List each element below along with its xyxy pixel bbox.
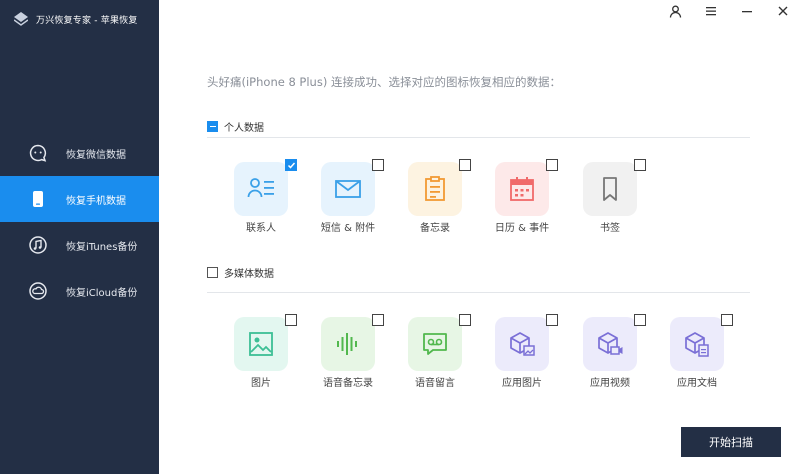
tile-notes: 备忘录 xyxy=(381,159,471,236)
app-videos-tile-button[interactable] xyxy=(583,314,646,371)
sidebar-item-icloud[interactable]: 恢复iCloud备份 xyxy=(0,268,159,314)
wechat-icon xyxy=(28,143,48,163)
sidebar-item-wechat[interactable]: 恢复微信数据 xyxy=(0,130,159,176)
notes-icon xyxy=(425,176,445,201)
app-document-icon xyxy=(685,332,709,357)
tile-photos: 图片 xyxy=(207,314,297,391)
divider xyxy=(207,137,750,138)
notes-tile-button[interactable] xyxy=(408,159,471,216)
tile-app-photos: 应用图片 xyxy=(468,314,558,391)
tile-label: 备忘录 xyxy=(420,223,450,234)
app-title: 万兴恢复专家 - 苹果恢复 xyxy=(36,15,138,26)
bookmarks-tile-button[interactable] xyxy=(583,159,646,216)
tile-voicemail: 语音留言 xyxy=(381,314,471,391)
bookmark-icon xyxy=(603,177,617,201)
media-data-checkbox[interactable] xyxy=(207,267,218,278)
connection-prompt: 头好痛(iPhone 8 Plus) 连接成功、选择对应的图标恢复相应的数据： xyxy=(207,75,561,89)
tile-label: 应用图片 xyxy=(502,378,542,389)
user-icon[interactable] xyxy=(668,4,682,18)
menu-icon[interactable] xyxy=(704,4,718,18)
sidebar-item-itunes[interactable]: 恢复iTunes备份 xyxy=(0,222,159,268)
sidebar: 万兴恢复专家 - 苹果恢复 恢复微信数据 恢复手机数据 恢复iTunes备份 恢… xyxy=(0,0,159,474)
minimize-icon[interactable] xyxy=(740,4,754,18)
app-documents-checkbox[interactable] xyxy=(721,314,733,326)
photos-tile-button[interactable] xyxy=(234,314,297,371)
message-icon xyxy=(335,180,361,198)
close-icon[interactable] xyxy=(776,4,790,18)
window-controls xyxy=(668,4,790,18)
tile-label: 联系人 xyxy=(246,223,276,234)
voice-memos-tile-button[interactable] xyxy=(321,314,384,371)
personal-data-header: 个人数据 xyxy=(207,119,264,134)
personal-data-checkbox[interactable] xyxy=(207,121,218,132)
tile-label: 图片 xyxy=(251,378,271,389)
bookmarks-checkbox[interactable] xyxy=(634,159,646,171)
section-label: 多媒体数据 xyxy=(224,269,274,280)
calendar-tile-button[interactable] xyxy=(495,159,558,216)
voice-memo-icon xyxy=(337,333,357,355)
photo-icon xyxy=(249,332,273,356)
tile-label: 应用文档 xyxy=(677,378,717,389)
media-data-header: 多媒体数据 xyxy=(207,265,274,280)
tile-messages: 短信 & 附件 xyxy=(294,159,384,236)
app-logo-icon xyxy=(14,12,28,26)
tile-label: 语音留言 xyxy=(415,378,455,389)
tile-voice-memos: 语音备忘录 xyxy=(294,314,384,391)
tile-label: 日历 & 事件 xyxy=(494,223,550,234)
contacts-tile-button[interactable] xyxy=(234,159,297,216)
app-brand: 万兴恢复专家 - 苹果恢复 xyxy=(14,11,138,27)
sidebar-item-label: 恢复手机数据 xyxy=(66,195,126,207)
app-photo-icon xyxy=(510,332,535,356)
itunes-icon xyxy=(28,235,48,255)
messages-tile-button[interactable] xyxy=(321,159,384,216)
voicemail-tile-button[interactable] xyxy=(408,314,471,371)
start-scan-button[interactable]: 开始扫描 xyxy=(681,427,781,457)
phone-icon xyxy=(28,189,48,209)
app-documents-tile-button[interactable] xyxy=(670,314,733,371)
sidebar-nav: 恢复微信数据 恢复手机数据 恢复iTunes备份 恢复iCloud备份 xyxy=(0,130,159,314)
tile-contacts: 联系人 xyxy=(207,159,297,236)
sidebar-item-label: 恢复微信数据 xyxy=(66,149,126,161)
sidebar-item-label: 恢复iCloud备份 xyxy=(66,287,138,299)
section-label: 个人数据 xyxy=(224,123,264,134)
tile-bookmarks: 书签 xyxy=(556,159,646,236)
app-photos-tile-button[interactable] xyxy=(495,314,558,371)
tile-label: 书签 xyxy=(600,223,620,234)
sidebar-item-label: 恢复iTunes备份 xyxy=(66,241,138,253)
tile-label: 应用视频 xyxy=(590,378,630,389)
contacts-icon xyxy=(247,178,274,198)
calendar-icon xyxy=(510,177,534,201)
tile-app-documents: 应用文档 xyxy=(643,314,733,391)
icloud-icon xyxy=(28,281,48,301)
voicemail-icon xyxy=(423,333,447,355)
tile-app-videos: 应用视频 xyxy=(556,314,646,391)
tile-label: 短信 & 附件 xyxy=(320,223,376,234)
divider xyxy=(207,292,750,293)
app-video-icon xyxy=(598,332,623,355)
sidebar-item-phone[interactable]: 恢复手机数据 xyxy=(0,176,159,222)
tile-calendar: 日历 & 事件 xyxy=(468,159,558,236)
tile-label: 语音备忘录 xyxy=(323,378,373,389)
